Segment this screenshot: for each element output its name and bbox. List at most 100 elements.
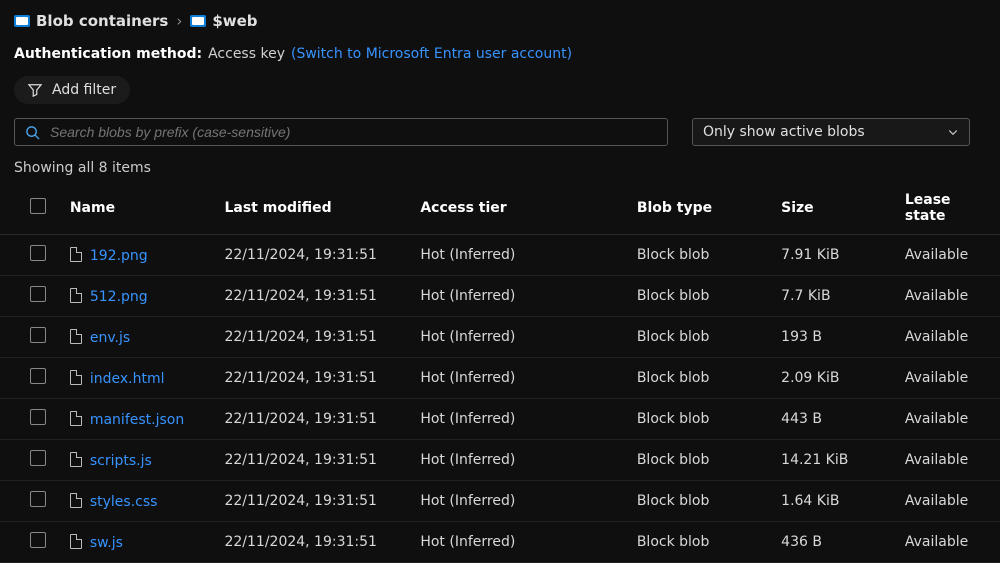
- cell-modified: 22/11/2024, 19:31:51: [216, 522, 412, 563]
- file-icon: [70, 329, 82, 344]
- cell-type: Block blob: [629, 399, 773, 440]
- cell-type: Block blob: [629, 317, 773, 358]
- cell-modified: 22/11/2024, 19:31:51: [216, 235, 412, 276]
- row-checkbox[interactable]: [30, 532, 46, 548]
- col-header-size[interactable]: Size: [773, 182, 897, 235]
- col-header-type[interactable]: Blob type: [629, 182, 773, 235]
- cell-lease: Available: [897, 317, 1000, 358]
- breadcrumb-current[interactable]: $web: [190, 12, 257, 30]
- col-header-name[interactable]: Name: [62, 182, 217, 235]
- filter-icon: [28, 83, 42, 97]
- col-check: [0, 182, 62, 235]
- cell-size: 1.64 KiB: [773, 481, 897, 522]
- breadcrumb-current-label: $web: [212, 12, 257, 30]
- add-filter-button[interactable]: Add filter: [14, 76, 130, 104]
- cell-tier: Hot (Inferred): [412, 235, 628, 276]
- container-icon: [190, 15, 206, 27]
- switch-auth-link[interactable]: (Switch to Microsoft Entra user account): [291, 46, 572, 62]
- file-icon: [70, 411, 82, 426]
- cell-lease: Available: [897, 522, 1000, 563]
- cell-type: Block blob: [629, 481, 773, 522]
- cell-size: 14.21 KiB: [773, 440, 897, 481]
- blob-name-link[interactable]: scripts.js: [90, 453, 152, 469]
- blob-view-filter-value: Only show active blobs: [703, 124, 865, 140]
- row-checkbox[interactable]: [30, 286, 46, 302]
- table-row[interactable]: index.html 22/11/2024, 19:31:51Hot (Infer…: [0, 358, 1000, 399]
- blob-name-link[interactable]: manifest.json: [90, 412, 184, 428]
- cell-size: 7.7 KiB: [773, 276, 897, 317]
- table-row[interactable]: sw.js 22/11/2024, 19:31:51Hot (Inferred)B…: [0, 522, 1000, 563]
- cell-modified: 22/11/2024, 19:31:51: [216, 399, 412, 440]
- table-row[interactable]: scripts.js 22/11/2024, 19:31:51Hot (Infer…: [0, 440, 1000, 481]
- auth-label: Authentication method:: [14, 46, 202, 62]
- cell-type: Block blob: [629, 276, 773, 317]
- cell-tier: Hot (Inferred): [412, 358, 628, 399]
- blob-name-link[interactable]: 192.png: [90, 248, 148, 264]
- row-checkbox[interactable]: [30, 368, 46, 384]
- container-icon: [14, 15, 30, 27]
- cell-type: Block blob: [629, 440, 773, 481]
- row-checkbox[interactable]: [30, 409, 46, 425]
- row-checkbox[interactable]: [30, 450, 46, 466]
- cell-tier: Hot (Inferred): [412, 276, 628, 317]
- blob-name-link[interactable]: styles.css: [90, 494, 158, 510]
- col-header-tier[interactable]: Access tier: [412, 182, 628, 235]
- cell-size: 193 B: [773, 317, 897, 358]
- cell-lease: Available: [897, 276, 1000, 317]
- cell-type: Block blob: [629, 358, 773, 399]
- cell-lease: Available: [897, 440, 1000, 481]
- cell-lease: Available: [897, 399, 1000, 440]
- table-row[interactable]: 512.png 22/11/2024, 19:31:51Hot (Inferred…: [0, 276, 1000, 317]
- cell-size: 443 B: [773, 399, 897, 440]
- cell-size: 7.91 KiB: [773, 235, 897, 276]
- cell-modified: 22/11/2024, 19:31:51: [216, 440, 412, 481]
- breadcrumb-parent[interactable]: Blob containers: [14, 12, 168, 30]
- file-icon: [70, 534, 82, 549]
- cell-tier: Hot (Inferred): [412, 481, 628, 522]
- file-icon: [70, 247, 82, 262]
- col-header-lease[interactable]: Lease state: [897, 182, 1000, 235]
- cell-modified: 22/11/2024, 19:31:51: [216, 358, 412, 399]
- select-all-checkbox[interactable]: [30, 198, 46, 214]
- add-filter-label: Add filter: [52, 82, 116, 98]
- cell-type: Block blob: [629, 235, 773, 276]
- file-icon: [70, 452, 82, 467]
- table-row[interactable]: env.js 22/11/2024, 19:31:51Hot (Inferred)…: [0, 317, 1000, 358]
- table-row[interactable]: manifest.json22/11/2024, 19:31:51Hot (In…: [0, 399, 1000, 440]
- blob-name-link[interactable]: index.html: [90, 371, 165, 387]
- cell-tier: Hot (Inferred): [412, 522, 628, 563]
- auth-value: Access key: [208, 46, 285, 62]
- table-row[interactable]: styles.css 22/11/2024, 19:31:51Hot (Infer…: [0, 481, 1000, 522]
- blob-view-filter-dropdown[interactable]: Only show active blobs: [692, 118, 970, 146]
- auth-method-line: Authentication method: Access key (Switc…: [0, 30, 1000, 66]
- blob-name-link[interactable]: env.js: [90, 330, 130, 346]
- row-checkbox[interactable]: [30, 327, 46, 343]
- cell-size: 436 B: [773, 522, 897, 563]
- cell-modified: 22/11/2024, 19:31:51: [216, 276, 412, 317]
- cell-modified: 22/11/2024, 19:31:51: [216, 481, 412, 522]
- blob-name-link[interactable]: 512.png: [90, 289, 148, 305]
- row-checkbox[interactable]: [30, 491, 46, 507]
- cell-lease: Available: [897, 358, 1000, 399]
- col-header-modified[interactable]: Last modified: [216, 182, 412, 235]
- search-input[interactable]: [50, 124, 657, 140]
- cell-tier: Hot (Inferred): [412, 317, 628, 358]
- row-checkbox[interactable]: [30, 245, 46, 261]
- cell-tier: Hot (Inferred): [412, 440, 628, 481]
- chevron-down-icon: [947, 126, 959, 138]
- search-icon: [25, 125, 40, 140]
- item-count: Showing all 8 items: [0, 152, 1000, 182]
- breadcrumb-parent-label: Blob containers: [36, 12, 168, 30]
- table-row[interactable]: 192.png 22/11/2024, 19:31:51Hot (Inferred…: [0, 235, 1000, 276]
- blob-table: Name Last modified Access tier Blob type…: [0, 182, 1000, 563]
- breadcrumb-separator: ›: [176, 12, 182, 30]
- file-icon: [70, 288, 82, 303]
- cell-type: Block blob: [629, 522, 773, 563]
- blob-name-link[interactable]: sw.js: [90, 535, 123, 551]
- breadcrumb: Blob containers › $web: [0, 0, 1000, 30]
- file-icon: [70, 370, 82, 385]
- search-input-container[interactable]: [14, 118, 668, 146]
- cell-lease: Available: [897, 235, 1000, 276]
- cell-modified: 22/11/2024, 19:31:51: [216, 317, 412, 358]
- cell-lease: Available: [897, 481, 1000, 522]
